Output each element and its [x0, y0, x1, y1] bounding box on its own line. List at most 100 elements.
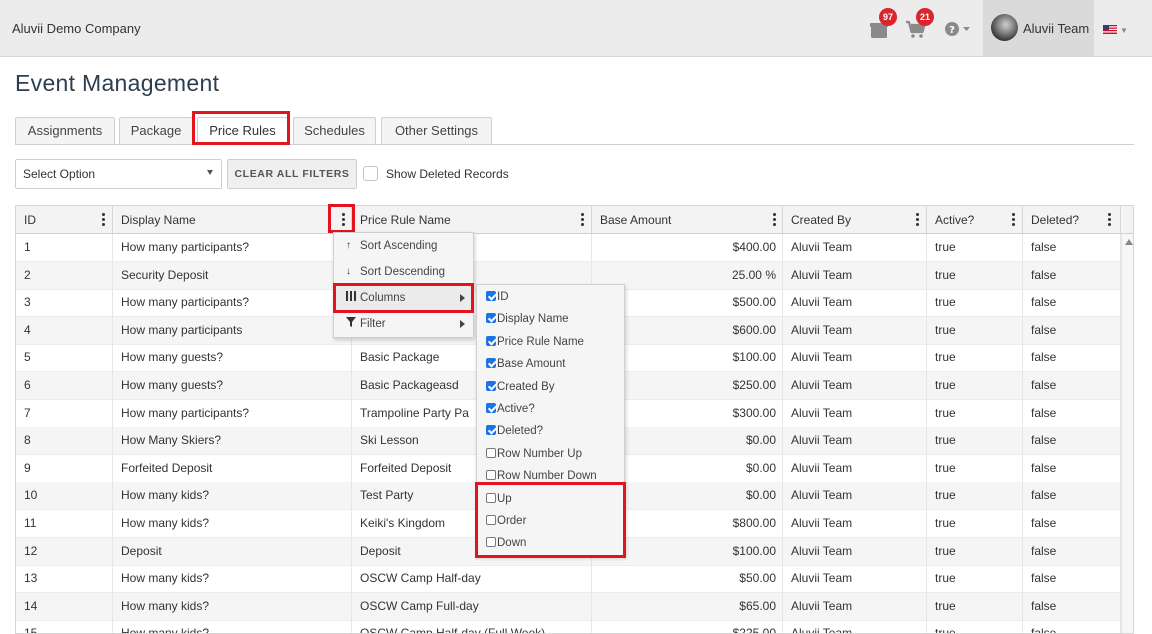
cell-display-name: How many kids?: [113, 565, 352, 594]
column-toggle-checkbox[interactable]: [486, 447, 496, 458]
column-toggle-item[interactable]: Base Amount: [486, 354, 565, 374]
cell-display-name: How many participants?: [113, 399, 352, 428]
column-toggle-checkbox[interactable]: [486, 470, 496, 481]
header-deleted[interactable]: Deleted?: [1023, 206, 1121, 234]
header-active[interactable]: Active?: [927, 206, 1023, 234]
scroll-up-icon[interactable]: [1125, 239, 1133, 245]
clear-all-filters-button[interactable]: CLEAR ALL FILTERS: [227, 159, 357, 189]
cell-active: true: [927, 316, 1023, 345]
cell-id: 5: [16, 344, 113, 373]
column-toggle-checkbox[interactable]: [486, 425, 496, 436]
header-label: ID: [24, 213, 36, 227]
cell-display-name: How many guests?: [113, 344, 352, 373]
column-toggle-checkbox[interactable]: [486, 403, 496, 413]
tab-package[interactable]: Package: [119, 117, 193, 144]
menu-item-label: Sort Descending: [360, 266, 446, 278]
tab-price-rules[interactable]: Price Rules: [197, 117, 288, 145]
cell-deleted: false: [1023, 427, 1121, 456]
menu-item-sort-ascending[interactable]: ↑ Sort Ascending: [334, 233, 473, 259]
chevron-down-icon[interactable]: ▼: [1120, 26, 1128, 35]
column-toggle-label: Price Rule Name: [497, 335, 584, 348]
table-row[interactable]: 15 How many kids? OSCW Camp Half-day (Full…: [16, 620, 1121, 633]
column-toggle-item[interactable]: Up: [486, 489, 512, 509]
column-toggle-checkbox[interactable]: [486, 335, 496, 346]
table-row[interactable]: 13 How many kids? OSCW Camp Half-day $50.00…: [16, 565, 1121, 594]
cell-display-name: Forfeited Deposit: [113, 454, 352, 483]
cell-created-by: Aluvii Team: [783, 344, 927, 373]
column-menu-icon[interactable]: [1012, 213, 1016, 227]
column-menu-icon[interactable]: [581, 213, 585, 227]
header-display-name[interactable]: Display Name: [113, 206, 352, 234]
column-toggle-checkbox[interactable]: [486, 291, 496, 301]
header-id[interactable]: ID: [16, 206, 113, 234]
show-deleted-checkbox[interactable]: [363, 166, 378, 181]
cell-base-amount: $50.00: [592, 565, 783, 594]
column-toggle-checkbox[interactable]: [486, 358, 496, 369]
cell-created-by: Aluvii Team: [783, 592, 927, 621]
svg-text:?: ?: [949, 25, 955, 36]
column-toggle-checkbox[interactable]: [486, 492, 496, 503]
header-base-amount[interactable]: Base Amount: [592, 206, 783, 234]
cell-created-by: Aluvii Team: [783, 537, 927, 566]
column-toggle-label: Base Amount: [497, 358, 566, 371]
cell-active: true: [927, 372, 1023, 400]
cell-display-name: How many kids?: [113, 482, 352, 511]
tab-underline: [15, 144, 1134, 145]
table-row[interactable]: 1 How many participants? $400.00 Aluvii Tea…: [16, 234, 1121, 262]
cell-display-name: How many kids?: [113, 620, 352, 633]
column-toggle-item[interactable]: Deleted?: [486, 421, 543, 441]
column-toggle-item[interactable]: Created By: [486, 377, 555, 397]
chevron-right-icon: [460, 320, 465, 328]
column-menu-icon[interactable]: [916, 213, 920, 227]
cell-deleted: false: [1023, 344, 1121, 373]
cart-icon[interactable]: 21: [904, 8, 934, 41]
column-menu-icon[interactable]: [1108, 213, 1112, 227]
cell-display-name: How many kids?: [113, 592, 352, 621]
column-toggle-checkbox[interactable]: [486, 537, 496, 548]
column-toggle-item[interactable]: ID: [486, 287, 509, 307]
cell-price-rule-name: OSCW Camp Half-day (Full Week): [352, 620, 592, 633]
column-toggle-item[interactable]: Price Rule Name: [486, 332, 584, 352]
cell-display-name: How many participants: [113, 316, 352, 345]
header-price-rule-name[interactable]: Price Rule Name: [352, 206, 592, 234]
cell-active: true: [927, 510, 1023, 538]
column-toggle-label: Down: [497, 537, 527, 550]
table-row[interactable]: 14 How many kids? OSCW Camp Full-day $65.00…: [16, 592, 1121, 621]
menu-item-filter[interactable]: Filter: [334, 311, 473, 337]
tab-assignments[interactable]: Assignments: [15, 117, 115, 144]
cell-id: 3: [16, 289, 113, 318]
vertical-scrollbar[interactable]: [1121, 234, 1133, 633]
column-toggle-item[interactable]: Order: [486, 511, 526, 531]
gift-icon[interactable]: 97: [867, 8, 897, 41]
cell-price-rule-name: OSCW Camp Half-day: [352, 565, 592, 594]
cell-deleted: false: [1023, 454, 1121, 483]
column-toggle-checkbox[interactable]: [486, 313, 496, 324]
company-name: Aluvii Demo Company: [12, 21, 141, 36]
tab-other-settings[interactable]: Other Settings: [381, 117, 492, 144]
cell-deleted: false: [1023, 482, 1121, 511]
menu-item-sort-descending[interactable]: ↓ Sort Descending: [334, 259, 473, 285]
us-flag-icon[interactable]: [1103, 25, 1117, 34]
header-created-by[interactable]: Created By: [783, 206, 927, 234]
column-toggle-checkbox[interactable]: [486, 380, 496, 391]
help-menu[interactable]: ?: [944, 20, 974, 38]
column-toggle-checkbox[interactable]: [486, 515, 496, 525]
column-toggle-item[interactable]: Row Number Down: [486, 466, 597, 486]
column-toggle-item[interactable]: Display Name: [486, 309, 569, 329]
column-toggle-item[interactable]: Down: [486, 533, 526, 553]
cell-created-by: Aluvii Team: [783, 427, 927, 456]
select-value: Select Option: [23, 167, 96, 181]
column-menu-icon[interactable]: [102, 213, 106, 227]
menu-item-columns[interactable]: Columns: [334, 285, 473, 311]
column-toggle-item[interactable]: Active?: [486, 399, 535, 419]
select-option-dropdown[interactable]: Select Option: [15, 159, 222, 189]
cell-active: true: [927, 427, 1023, 456]
cell-base-amount: $400.00: [592, 234, 783, 262]
column-toggle-item[interactable]: Row Number Up: [486, 444, 582, 464]
column-menu-icon[interactable]: [342, 213, 346, 227]
user-menu[interactable]: Aluvii Team: [983, 0, 1094, 56]
cell-active: true: [927, 537, 1023, 566]
cell-price-rule-name: OSCW Camp Full-day: [352, 592, 592, 621]
column-menu-icon[interactable]: [773, 213, 777, 227]
tab-schedules[interactable]: Schedules: [293, 117, 376, 144]
